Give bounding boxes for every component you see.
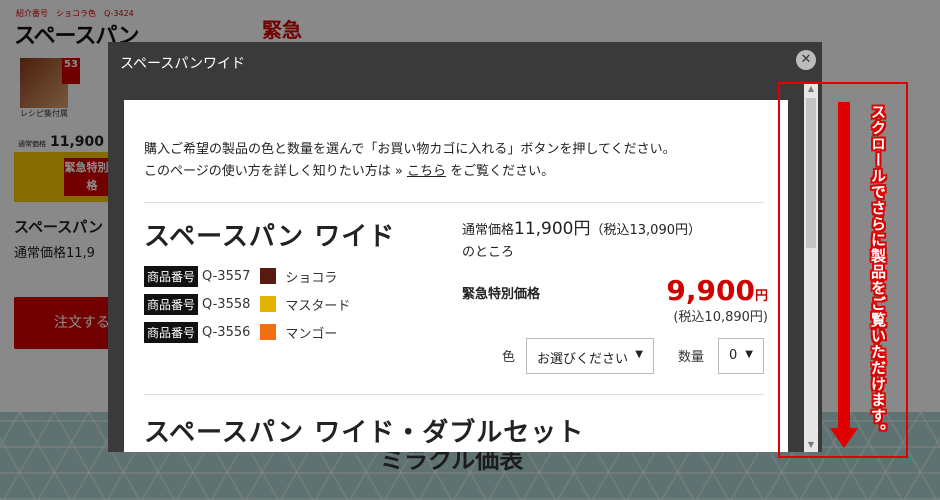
quantity-select-value: 0	[729, 348, 738, 363]
special-price: 9,900円	[666, 274, 768, 307]
help-link[interactable]: こちら	[407, 164, 446, 179]
variant-row: 商品番号 Q-3556 マンゴー	[144, 321, 338, 343]
color-label: 色	[502, 350, 516, 365]
variant-color-name: マンゴー	[285, 326, 338, 342]
color-swatch	[260, 324, 277, 340]
quantity-label: 数量	[678, 350, 705, 365]
arrow-head-icon	[830, 428, 858, 448]
variant-row: 商品番号 Q-3558 マスタード	[144, 293, 351, 315]
product-number-tag: 商品番号	[144, 293, 199, 315]
intro-line-2: このページの使い方を詳しく知りたい方は » こちら をご覧ください。	[144, 161, 774, 183]
product-code: Q-3556	[202, 324, 251, 340]
arrow-down-icon	[838, 102, 850, 432]
annotation-text: スクロールでさらに製品をご覧いただけます。	[869, 104, 887, 440]
color-select-value: お選びください	[537, 352, 629, 367]
variant-color-name: ショコラ	[285, 270, 338, 286]
intro-line-1: 購入ご希望の製品の色と数量を選んで「お買い物カゴに入れる」ボタンを押してください…	[144, 142, 676, 157]
product-code: Q-3558	[202, 296, 251, 312]
product-number-tag: 商品番号	[144, 265, 199, 287]
chevron-down-icon: ▼	[635, 349, 643, 360]
color-swatch	[260, 268, 277, 284]
product-code: Q-3557	[202, 268, 251, 284]
modal-title: スペースパンワイド	[120, 56, 246, 72]
special-price-label: 緊急特別価格	[462, 287, 541, 302]
color-swatch	[260, 296, 277, 312]
modal-content: 購入ご希望の製品の色と数量を選んで「お買い物カゴに入れる」ボタンを押してください…	[124, 100, 788, 452]
special-price-tax: (税込10,890円)	[673, 310, 768, 325]
variant-row: 商品番号 Q-3557 ショコラ	[144, 265, 338, 287]
variant-color-name: マスタード	[285, 298, 351, 314]
regular-price-tax: （税込13,090円）	[590, 223, 702, 238]
regular-price-label: 通常価格	[462, 223, 515, 238]
divider	[144, 394, 764, 395]
intro-line-2-post: をご覧ください。	[450, 164, 555, 179]
close-icon[interactable]: ✕	[796, 50, 816, 70]
product-name-2: スペースパン ワイド・ダブルセット	[144, 418, 585, 448]
intro-text: 購入ご希望の製品の色と数量を選んで「お買い物カゴに入れる」ボタンを押してください…	[144, 139, 774, 183]
special-price-unit: 円	[754, 289, 768, 304]
chevron-down-icon: ▼	[745, 349, 753, 360]
divider	[144, 202, 764, 203]
product-number-tag: 商品番号	[144, 321, 199, 343]
regular-price-suffix: のところ	[462, 245, 515, 260]
regular-price-value: 11,900円	[514, 219, 591, 239]
product-modal: スペースパンワイド ✕ 購入ご希望の製品の色と数量を選んで「お買い物カゴに入れる…	[108, 42, 822, 452]
quantity-select[interactable]: 0 ▼	[718, 338, 764, 374]
intro-line-2-pre: このページの使い方を詳しく知りたい方は »	[144, 164, 403, 179]
product-name: スペースパン ワイド	[144, 222, 396, 252]
special-price-value: 9,900	[666, 274, 755, 307]
regular-price: 通常価格11,900円（税込13,090円） のところ	[462, 218, 701, 264]
color-select[interactable]: お選びください ▼	[526, 338, 654, 374]
